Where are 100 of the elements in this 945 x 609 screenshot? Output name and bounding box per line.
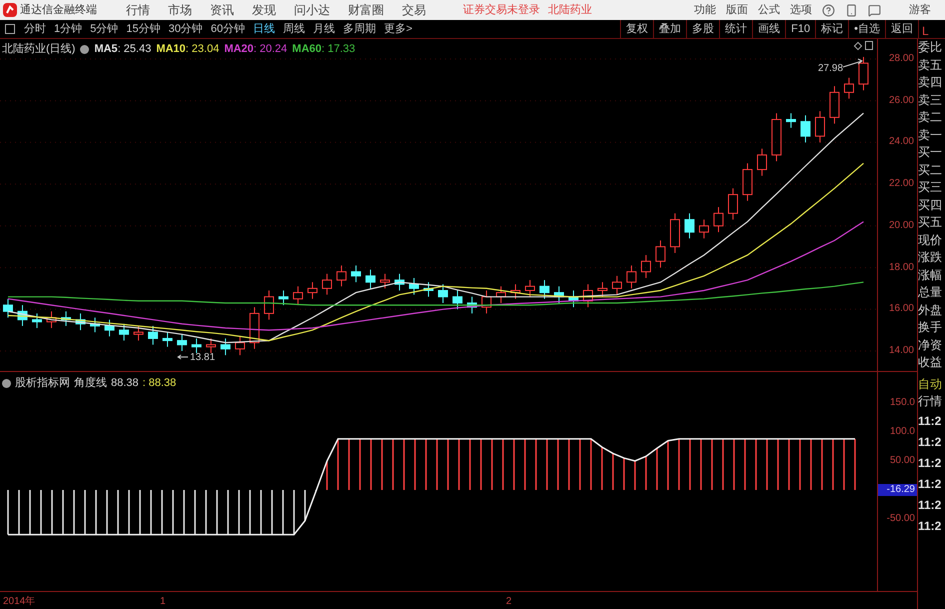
leader-line — [177, 354, 188, 360]
user-button[interactable]: 游客 — [909, 2, 931, 18]
candlestick — [60, 310, 71, 326]
candlestick — [598, 282, 608, 298]
price-tick: 26.00 — [888, 94, 914, 107]
candlestick — [525, 280, 535, 298]
period-tab[interactable]: 60分钟 — [206, 20, 249, 38]
current-value-tag: -16.29 — [878, 484, 917, 496]
trade-time: 11:2 — [918, 496, 942, 514]
indicator-tick: 50.00 — [890, 454, 915, 467]
phone-icon[interactable] — [845, 4, 858, 16]
period-tab[interactable]: 更多> — [380, 20, 416, 38]
toolbar-item[interactable]: 公式 — [758, 2, 780, 18]
window-icon[interactable] — [5, 24, 15, 34]
low-price-label: 13.81 — [190, 351, 216, 365]
auto-label[interactable]: 自动 — [918, 376, 945, 393]
quote-field-label: 卖五 — [918, 56, 943, 74]
candlestick — [452, 290, 462, 310]
action-button[interactable]: 复权 — [620, 20, 654, 38]
quote-field-label: 外盘 — [918, 302, 943, 318]
action-button[interactable]: 统计 — [719, 20, 752, 38]
period-tab[interactable]: 日线 — [249, 20, 279, 38]
trade-time: 11:2 — [918, 454, 942, 472]
candlestick — [670, 212, 680, 254]
quote-field-label: 收益 — [918, 354, 943, 371]
settings-icon[interactable] — [80, 44, 90, 54]
settings-icon[interactable] — [2, 378, 11, 388]
panel-icon[interactable] — [865, 41, 873, 50]
high-price-label: 27.98 — [818, 62, 844, 76]
legend-series-name: MA10 — [156, 42, 186, 57]
candlestick — [423, 282, 434, 298]
legend-series-name: MA5 — [94, 42, 118, 57]
action-button[interactable]: 画线 — [752, 20, 786, 38]
price-tick: 22.00 — [888, 178, 914, 190]
candlestick — [234, 336, 245, 356]
candlestick — [641, 254, 651, 278]
trade-time: 11:2 — [918, 412, 942, 430]
menu-item[interactable]: 财富圈 — [339, 1, 393, 19]
candlestick — [728, 188, 738, 220]
date-label: 1 — [160, 595, 166, 609]
date-label: 2 — [506, 595, 512, 609]
candlestick — [554, 286, 564, 304]
candlestick — [583, 284, 593, 308]
period-tab[interactable]: 5分钟 — [86, 20, 122, 38]
quote-field-label: 总量 — [918, 284, 943, 301]
candlestick — [496, 286, 506, 304]
action-button[interactable]: •自选 — [848, 20, 885, 38]
candlestick — [292, 286, 303, 306]
candlestick — [350, 264, 361, 283]
candlestick — [162, 332, 172, 348]
action-button[interactable]: 叠加 — [653, 20, 686, 38]
period-tab[interactable]: 1分钟 — [50, 20, 86, 38]
quote-field-label: 买五 — [918, 214, 943, 231]
candlestick — [467, 296, 477, 314]
action-button[interactable]: 返回 — [885, 20, 918, 38]
toolbar-item[interactable]: 选项 — [790, 2, 812, 18]
quote-field-label: 卖二 — [918, 109, 943, 126]
quote-field-label: 涨幅 — [918, 266, 943, 284]
action-button[interactable]: F10 — [785, 20, 816, 38]
price-tick: 20.00 — [888, 220, 914, 232]
leader-line — [842, 58, 863, 68]
trade-time: 11:2 — [918, 518, 942, 534]
period-tab[interactable]: 30分钟 — [164, 20, 207, 38]
price-tick: 24.00 — [888, 136, 914, 148]
menu-item[interactable]: 发现 — [243, 1, 285, 19]
action-button[interactable]: 标记 — [815, 20, 848, 38]
period-tab[interactable]: 15分钟 — [122, 20, 164, 38]
period-tab[interactable]: 多周期 — [339, 20, 380, 38]
menu-item[interactable]: 市场 — [159, 1, 201, 19]
menu-item[interactable]: 行情 — [117, 1, 159, 19]
candlestick — [32, 312, 42, 329]
toolbar-item[interactable]: 功能 — [694, 2, 716, 18]
candlestick — [438, 284, 448, 304]
message-icon[interactable] — [868, 4, 881, 16]
candlestick — [75, 312, 86, 331]
help-icon[interactable] — [822, 4, 835, 16]
legend-value: : 23.04 — [186, 42, 220, 57]
candlestick — [408, 278, 419, 296]
candlestick — [133, 325, 144, 342]
action-button[interactable]: 多股 — [686, 20, 720, 38]
trade-time: 11:2 — [918, 434, 942, 450]
feed-label: 行情 — [918, 393, 943, 410]
candlestick — [365, 269, 376, 289]
quote-field-label: 买四 — [918, 196, 943, 214]
notice-text[interactable]: 北陆药业 — [548, 2, 592, 18]
candlestick — [699, 219, 709, 239]
candlestick — [322, 273, 332, 296]
period-tab[interactable]: 分时 — [20, 20, 50, 38]
candlestick — [844, 77, 854, 100]
quote-field-label: 卖一 — [918, 126, 943, 144]
period-tab[interactable]: 周线 — [279, 20, 309, 38]
quote-field-label: 涨跌 — [918, 249, 943, 266]
menu-item[interactable]: 问小达 — [285, 1, 339, 19]
period-tab[interactable]: 月线 — [309, 20, 339, 38]
menu-item[interactable]: 资讯 — [201, 1, 243, 19]
candlestick — [540, 280, 550, 300]
candlestick — [656, 240, 666, 268]
candlestick — [815, 110, 825, 143]
toolbar-item[interactable]: 版面 — [726, 2, 748, 18]
menu-item[interactable]: 交易 — [393, 1, 435, 19]
